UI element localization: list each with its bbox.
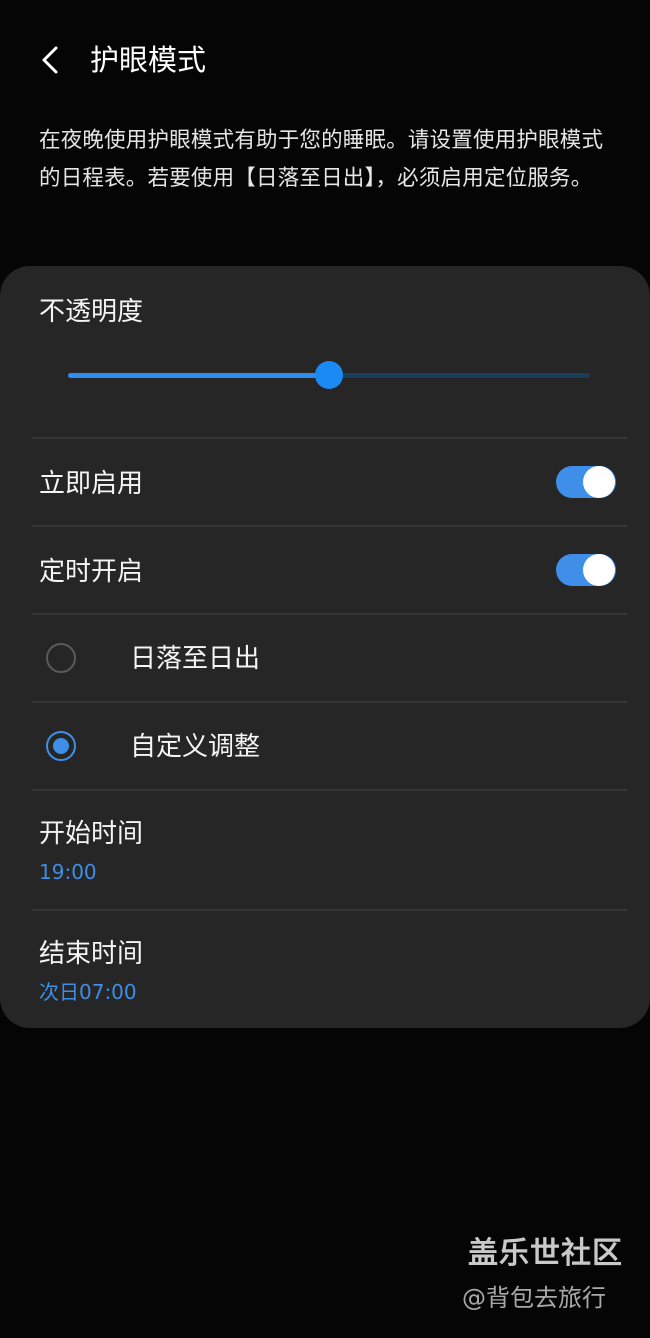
divider	[32, 525, 627, 527]
slider-fill	[68, 373, 329, 378]
radio-button-selected[interactable]	[46, 731, 76, 761]
radio-dot	[53, 738, 69, 754]
divider	[32, 437, 627, 439]
radio-button-unselected[interactable]	[46, 643, 76, 673]
toggle-knob	[583, 466, 615, 498]
divider	[32, 909, 627, 911]
scheduled-toggle[interactable]	[556, 554, 616, 586]
watermark-brand: 盖乐世社区	[468, 1236, 623, 1271]
toggle-knob	[583, 554, 615, 586]
watermark-author: @背包去旅行	[462, 1284, 606, 1312]
opacity-slider[interactable]	[68, 358, 590, 394]
end-time-label: 结束时间	[39, 939, 144, 969]
description-text: 在夜晚使用护眼模式有助于您的睡眠。请设置使用护眼模式的日程表。若要使用【日落至日…	[39, 128, 604, 191]
scheduled-label: 定时开启	[39, 557, 144, 587]
opacity-label: 不透明度	[39, 297, 144, 327]
back-button[interactable]	[26, 38, 74, 82]
app-bar: 护眼模式	[0, 0, 650, 120]
chevron-left-icon	[42, 46, 58, 74]
start-time-label: 开始时间	[39, 819, 144, 849]
divider	[32, 789, 627, 791]
slider-thumb[interactable]	[315, 361, 343, 389]
schedule-option-label: 日落至日出	[130, 644, 261, 674]
divider	[32, 701, 627, 703]
schedule-option-label: 自定义调整	[130, 732, 261, 762]
turn-on-now-label: 立即启用	[39, 469, 144, 499]
start-time-value: 19:00	[39, 860, 97, 884]
divider	[32, 613, 627, 615]
end-time-value: 次日07:00	[39, 980, 137, 1004]
page-title: 护眼模式	[90, 43, 207, 77]
turn-on-now-toggle[interactable]	[556, 466, 616, 498]
